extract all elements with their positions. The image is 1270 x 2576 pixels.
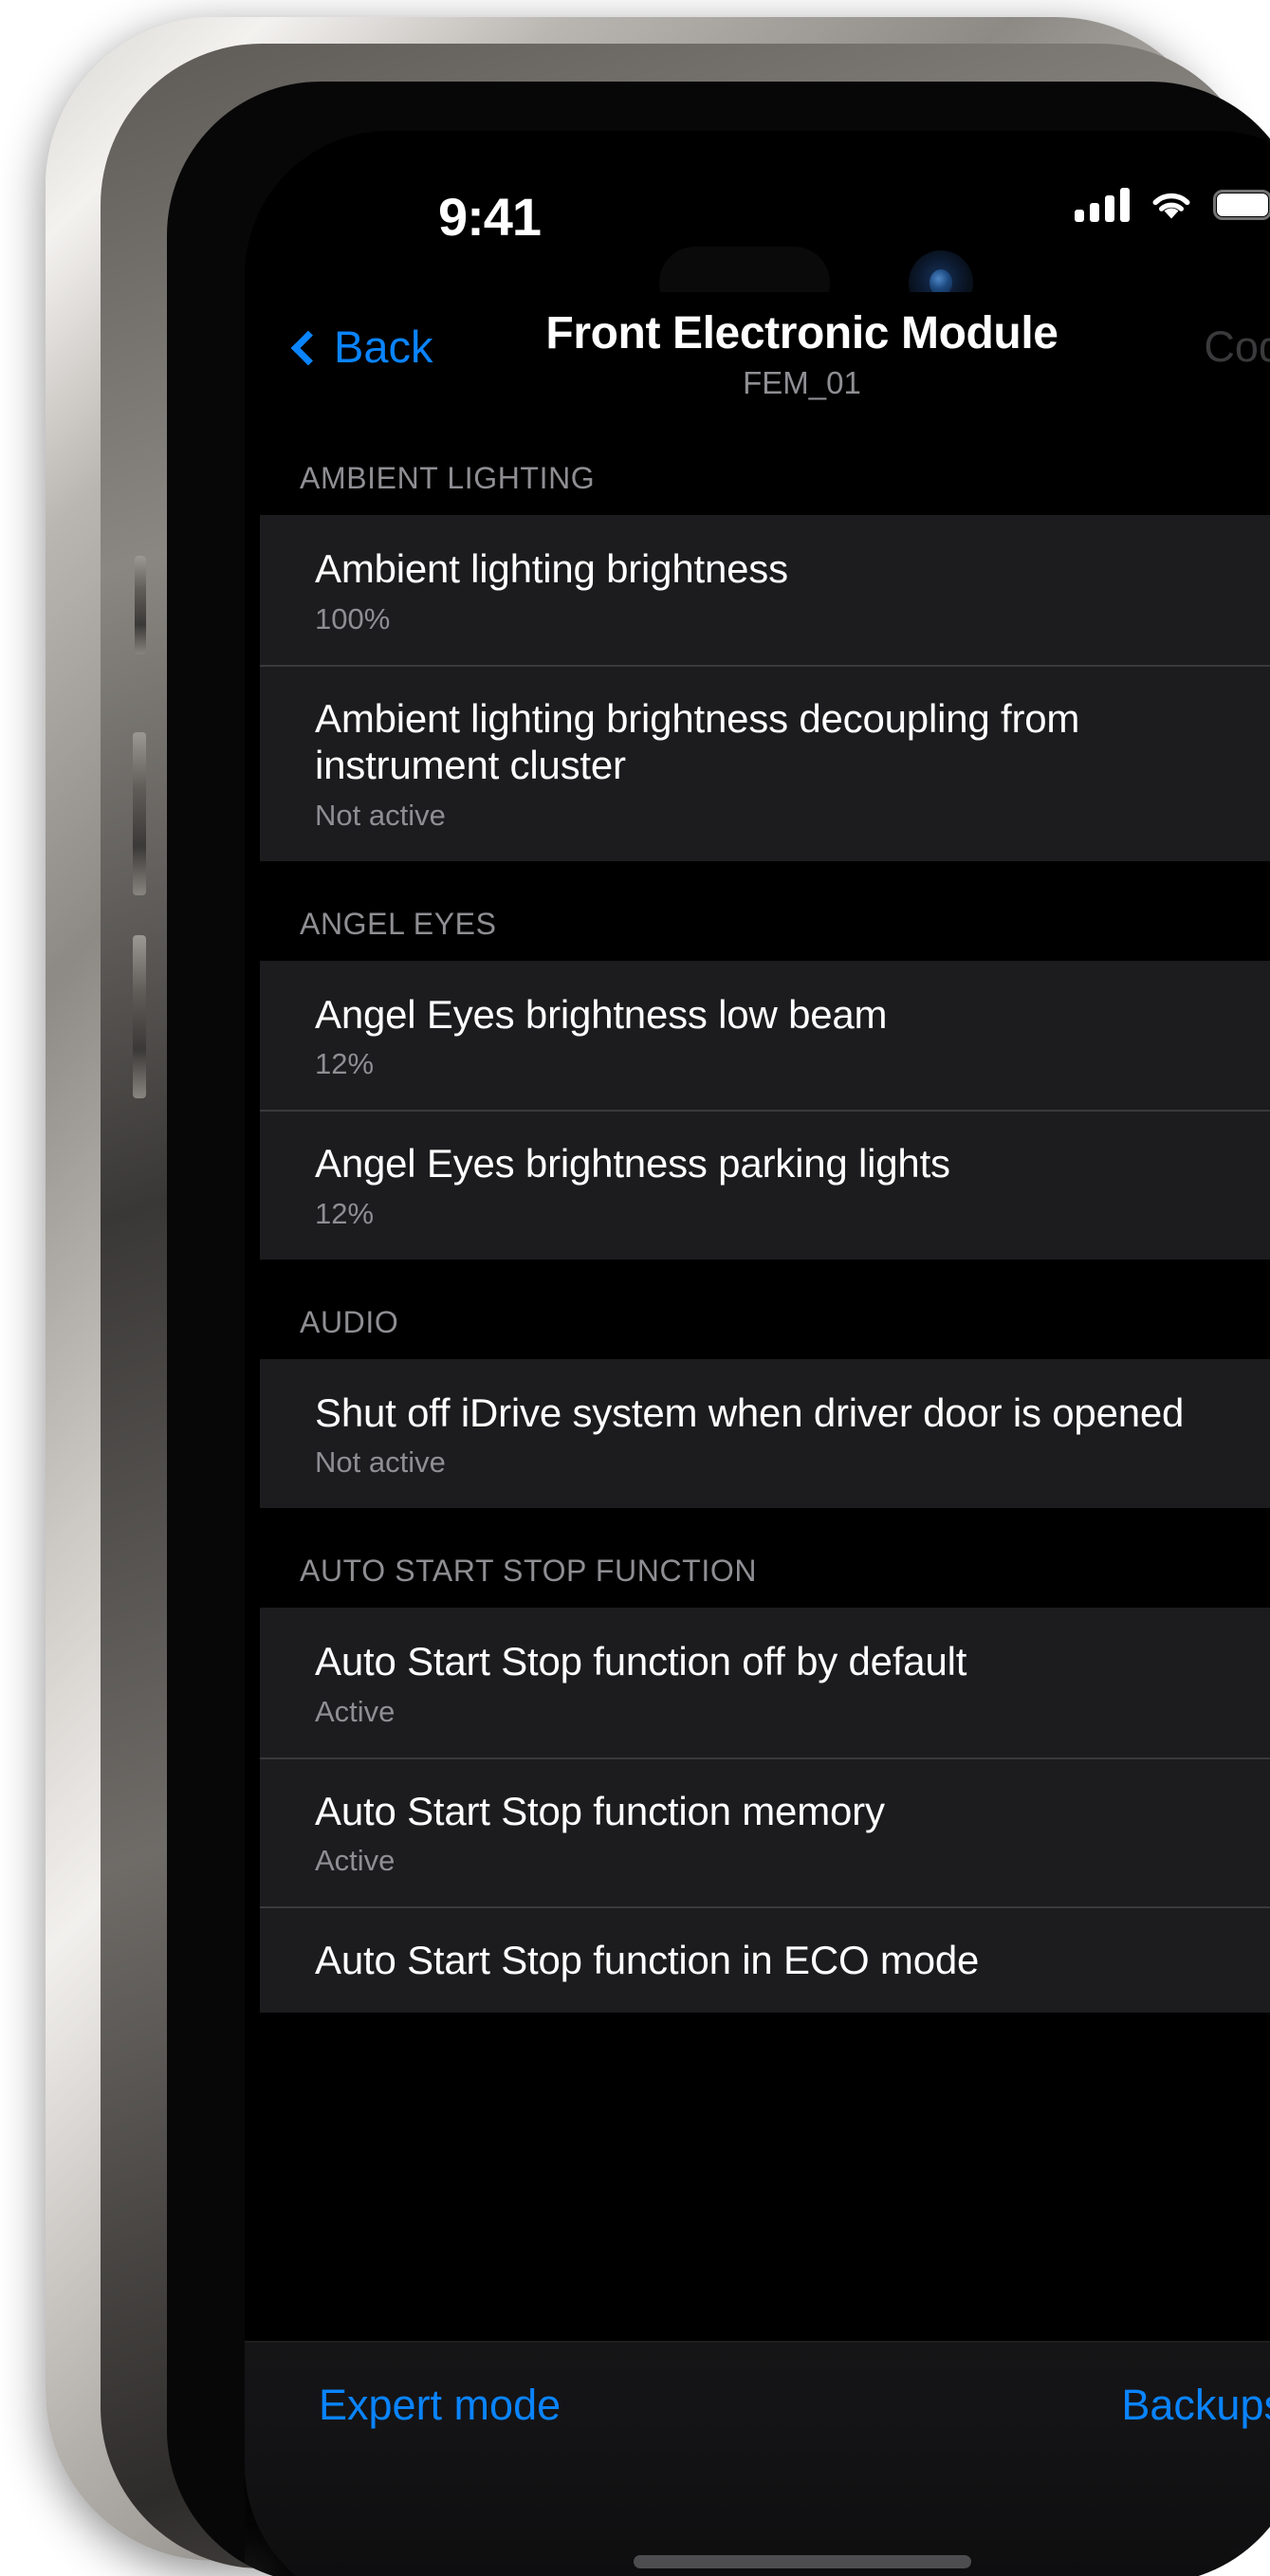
list-item[interactable]: Auto Start Stop function memory Active: [260, 1757, 1270, 1907]
status-clock: 9:41: [385, 186, 594, 248]
bottom-toolbar: Expert mode Backups: [245, 2341, 1270, 2576]
list-item-value: Active: [315, 1695, 1240, 1729]
list-item-value: Not active: [315, 799, 1240, 833]
list-item[interactable]: Ambient lighting brightness 100%: [260, 515, 1270, 665]
list-item-title: Auto Start Stop function in ECO mode: [315, 1937, 1240, 1984]
wifi-icon: [1150, 189, 1192, 221]
back-button-label: Back: [334, 321, 433, 373]
list-item-value: 12%: [315, 1047, 1240, 1081]
list-item-title: Auto Start Stop function off by default: [315, 1638, 1240, 1685]
list-item-title: Auto Start Stop function memory: [315, 1788, 1240, 1835]
section-header: AUTO START STOP FUNCTION: [245, 1508, 1270, 1608]
settings-list[interactable]: AMBIENT LIGHTINGAmbient lighting brightn…: [245, 415, 1270, 2341]
section-card: Angel Eyes brightness low beam12%Angel E…: [260, 961, 1270, 1260]
navigation-bar: Back Front Electronic Module FEM_01 Code: [245, 292, 1270, 415]
code-button[interactable]: Code: [1204, 322, 1270, 372]
status-icons: [1075, 188, 1270, 222]
phone-frame-band: 9:41: [101, 44, 1261, 2568]
list-item-title: Angel Eyes brightness parking lights: [315, 1140, 1240, 1187]
status-bar: 9:41: [245, 131, 1270, 292]
list-item-title: Ambient lighting brightness: [315, 545, 1240, 593]
list-item-value: 100%: [315, 602, 1240, 636]
battery-icon: [1213, 190, 1270, 220]
section-header: AMBIENT LIGHTING: [245, 415, 1270, 515]
phone-bezel: 9:41: [167, 82, 1270, 2576]
list-item-title: Shut off iDrive system when driver door …: [315, 1389, 1240, 1437]
list-item[interactable]: Angel Eyes brightness low beam 12%: [260, 961, 1270, 1111]
list-item-value: Active: [315, 1844, 1240, 1878]
back-button[interactable]: Back: [296, 321, 433, 373]
list-item-value: Not active: [315, 1445, 1240, 1480]
list-item[interactable]: Auto Start Stop function off by default A…: [260, 1608, 1270, 1757]
section-header: ANGEL EYES: [245, 861, 1270, 961]
cellular-signal-icon: [1075, 188, 1130, 222]
expert-mode-button[interactable]: Expert mode: [319, 2381, 561, 2430]
volume-down-button[interactable]: [133, 935, 146, 1098]
backups-button[interactable]: Backups: [1121, 2381, 1270, 2430]
list-item-value: 12%: [315, 1197, 1240, 1231]
section-card: Auto Start Stop function off by default A…: [260, 1608, 1270, 2013]
silent-switch-button[interactable]: [135, 556, 146, 654]
list-item-title: Ambient lighting brightness decoupling f…: [315, 695, 1240, 789]
chevron-left-icon: [291, 330, 326, 365]
list-item-title: Angel Eyes brightness low beam: [315, 991, 1240, 1039]
list-item[interactable]: Shut off iDrive system when driver door …: [260, 1359, 1270, 1509]
list-item[interactable]: Ambient lighting brightness decoupling f…: [260, 665, 1270, 861]
section-card: Shut off iDrive system when driver door …: [260, 1359, 1270, 1509]
section-header: AUDIO: [245, 1260, 1270, 1359]
screenshot-stage: 9:41: [0, 0, 1270, 2576]
list-item[interactable]: Angel Eyes brightness parking lights 12%: [260, 1110, 1270, 1260]
list-item[interactable]: Auto Start Stop function in ECO mode: [260, 1906, 1270, 2013]
phone-frame-outer: 9:41: [46, 17, 1224, 2561]
section-card: Ambient lighting brightness100%Ambient l…: [260, 515, 1270, 861]
home-indicator[interactable]: [634, 2555, 971, 2568]
volume-up-button[interactable]: [133, 732, 146, 895]
phone-screen: 9:41: [245, 131, 1270, 2576]
